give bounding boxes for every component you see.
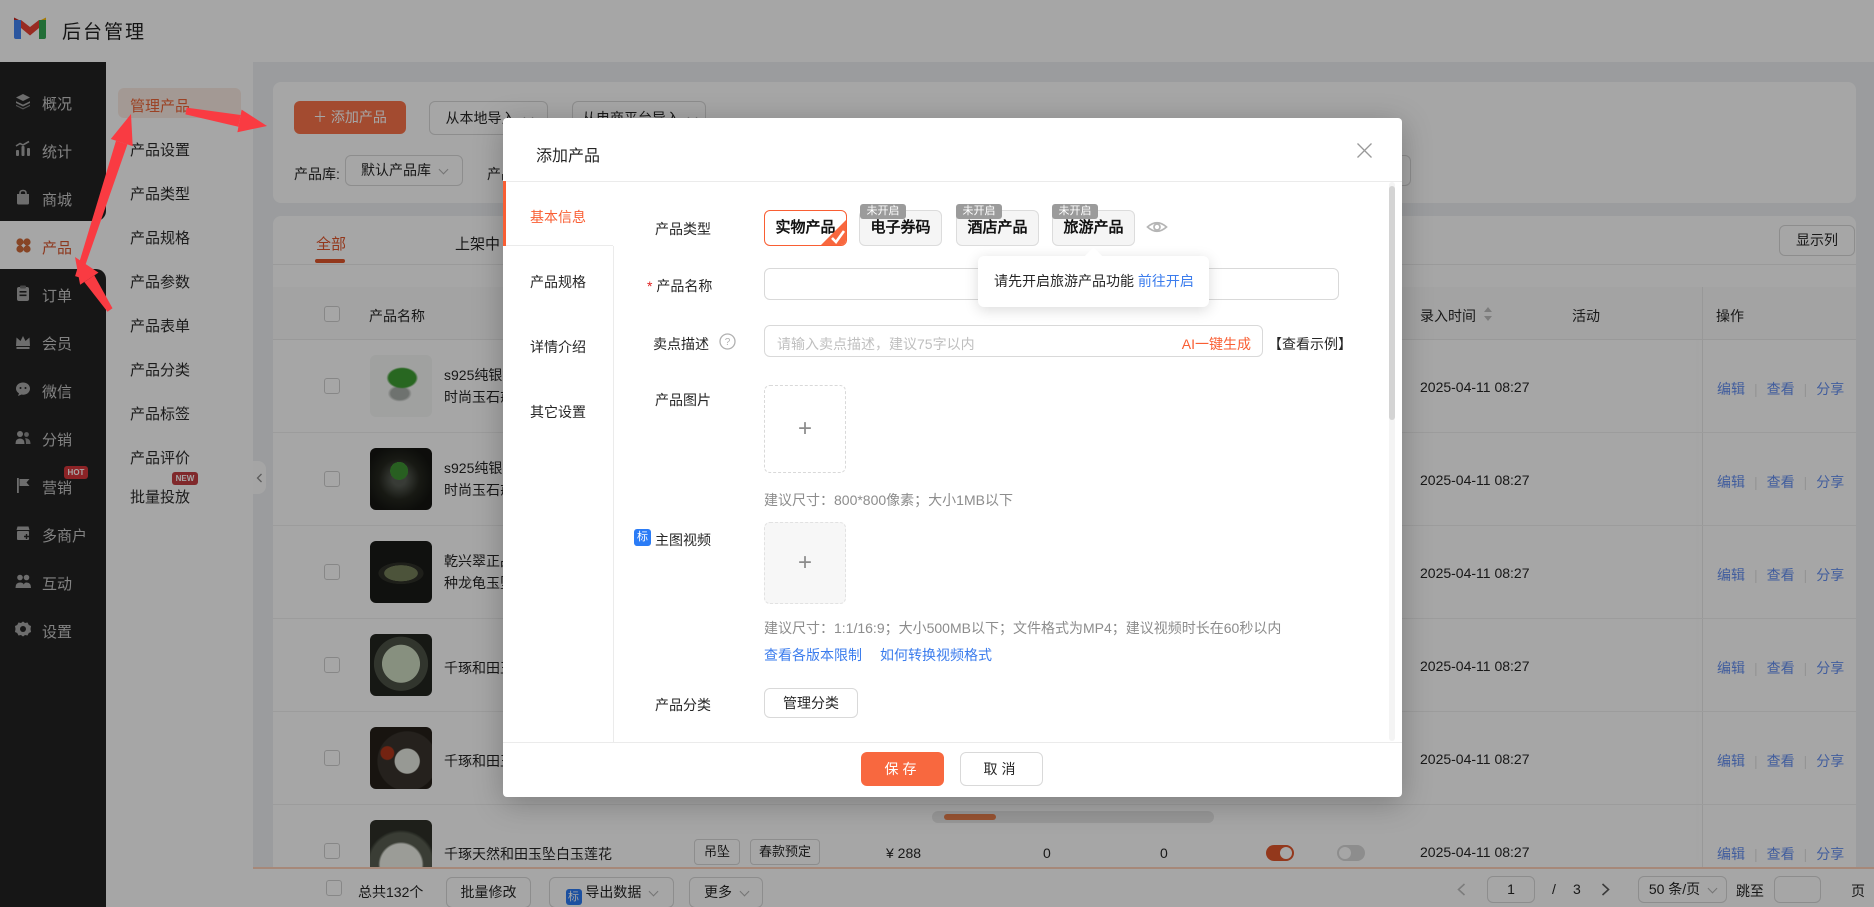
svg-text:?: ? xyxy=(725,337,731,348)
